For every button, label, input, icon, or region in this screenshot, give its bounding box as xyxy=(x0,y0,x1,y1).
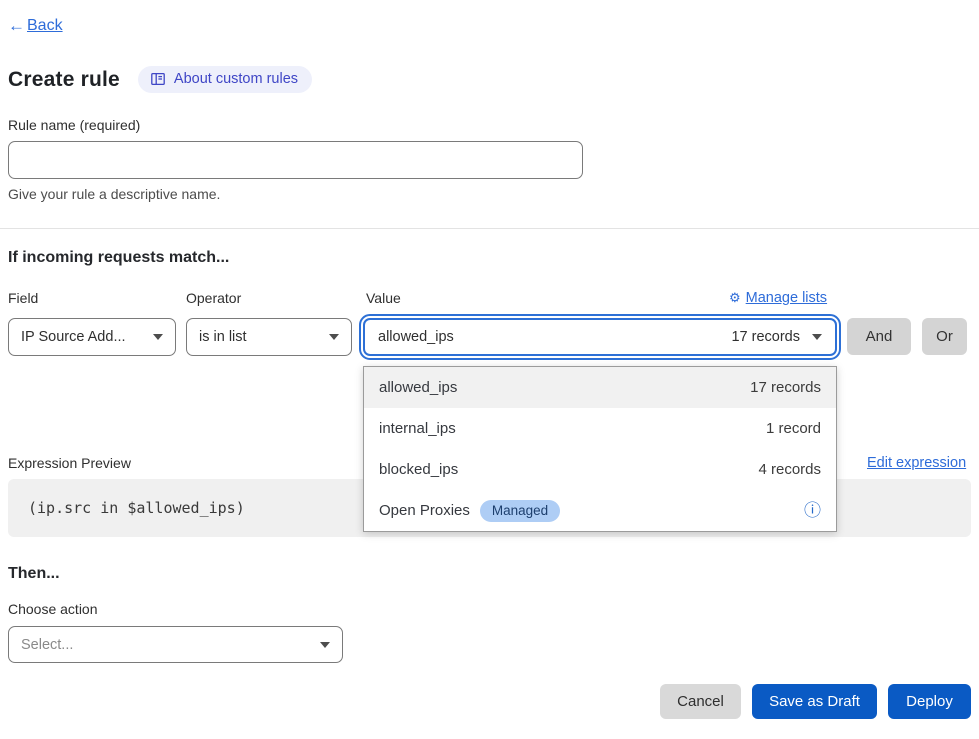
chevron-down-icon xyxy=(320,642,330,648)
list-item-internal-ips[interactable]: internal_ips 1 record xyxy=(364,408,836,449)
value-select[interactable]: allowed_ips 17 records xyxy=(363,318,837,356)
create-rule-page: ← Back Create rule About custom rules Ru… xyxy=(0,0,979,739)
gear-icon: ⚙ xyxy=(729,290,741,306)
chevron-down-icon xyxy=(812,334,822,340)
save-as-draft-button[interactable]: Save as Draft xyxy=(752,684,877,719)
field-label: Field xyxy=(8,290,38,306)
and-button[interactable]: And xyxy=(847,318,911,355)
about-custom-rules-link[interactable]: About custom rules xyxy=(138,66,312,93)
list-item-name: internal_ips xyxy=(379,420,456,437)
field-select[interactable]: IP Source Add... xyxy=(8,318,176,356)
back-arrow-icon: ← xyxy=(8,16,25,36)
operator-select-value: is in list xyxy=(199,329,247,345)
chevron-down-icon xyxy=(329,334,339,340)
value-select-records: 17 records xyxy=(731,329,800,345)
list-item-name: blocked_ips xyxy=(379,461,458,478)
section-divider xyxy=(0,228,979,229)
rule-name-helper: Give your rule a descriptive name. xyxy=(8,186,220,202)
list-item-records: 1 record xyxy=(766,420,821,437)
list-item-records: 17 records xyxy=(750,379,821,396)
then-heading: Then... xyxy=(8,565,60,583)
manage-lists-label: Manage lists xyxy=(746,290,827,306)
page-title: Create rule xyxy=(8,68,120,92)
or-button[interactable]: Or xyxy=(922,318,967,355)
edit-expression-link[interactable]: Edit expression xyxy=(867,455,966,471)
list-dropdown-menu: allowed_ips 17 records internal_ips 1 re… xyxy=(363,366,837,532)
about-custom-rules-label: About custom rules xyxy=(174,71,298,87)
managed-badge: Managed xyxy=(480,500,560,522)
list-item-allowed-ips[interactable]: allowed_ips 17 records xyxy=(364,367,836,408)
rule-name-input[interactable] xyxy=(8,141,583,179)
field-select-value: IP Source Add... xyxy=(21,329,126,345)
book-icon xyxy=(150,71,166,87)
title-row: Create rule About custom rules xyxy=(8,66,312,93)
choose-action-label: Choose action xyxy=(8,601,98,617)
list-item-records: 4 records xyxy=(758,461,821,478)
expression-preview-label: Expression Preview xyxy=(8,455,131,471)
back-link-label: Back xyxy=(27,17,63,35)
rule-name-label: Rule name (required) xyxy=(8,117,140,133)
value-select-name: allowed_ips xyxy=(378,329,454,345)
list-item-name: Open Proxies xyxy=(379,502,470,519)
info-icon[interactable]: ⓘ xyxy=(804,502,821,519)
back-link[interactable]: ← Back xyxy=(8,16,63,36)
manage-lists-link[interactable]: ⚙ Manage lists xyxy=(729,290,827,306)
deploy-button[interactable]: Deploy xyxy=(888,684,971,719)
match-section-heading: If incoming requests match... xyxy=(8,249,229,267)
list-item-name: allowed_ips xyxy=(379,379,457,396)
operator-label: Operator xyxy=(186,290,241,306)
cancel-button[interactable]: Cancel xyxy=(660,684,741,719)
list-item-open-proxies[interactable]: Open Proxies Managed ⓘ xyxy=(364,490,836,531)
action-select[interactable]: Select... xyxy=(8,626,343,663)
action-select-placeholder: Select... xyxy=(21,637,73,653)
chevron-down-icon xyxy=(153,334,163,340)
expression-code: (ip.src in $allowed_ips) xyxy=(28,499,245,517)
value-label: Value xyxy=(366,290,401,306)
list-item-blocked-ips[interactable]: blocked_ips 4 records xyxy=(364,449,836,490)
operator-select[interactable]: is in list xyxy=(186,318,352,356)
